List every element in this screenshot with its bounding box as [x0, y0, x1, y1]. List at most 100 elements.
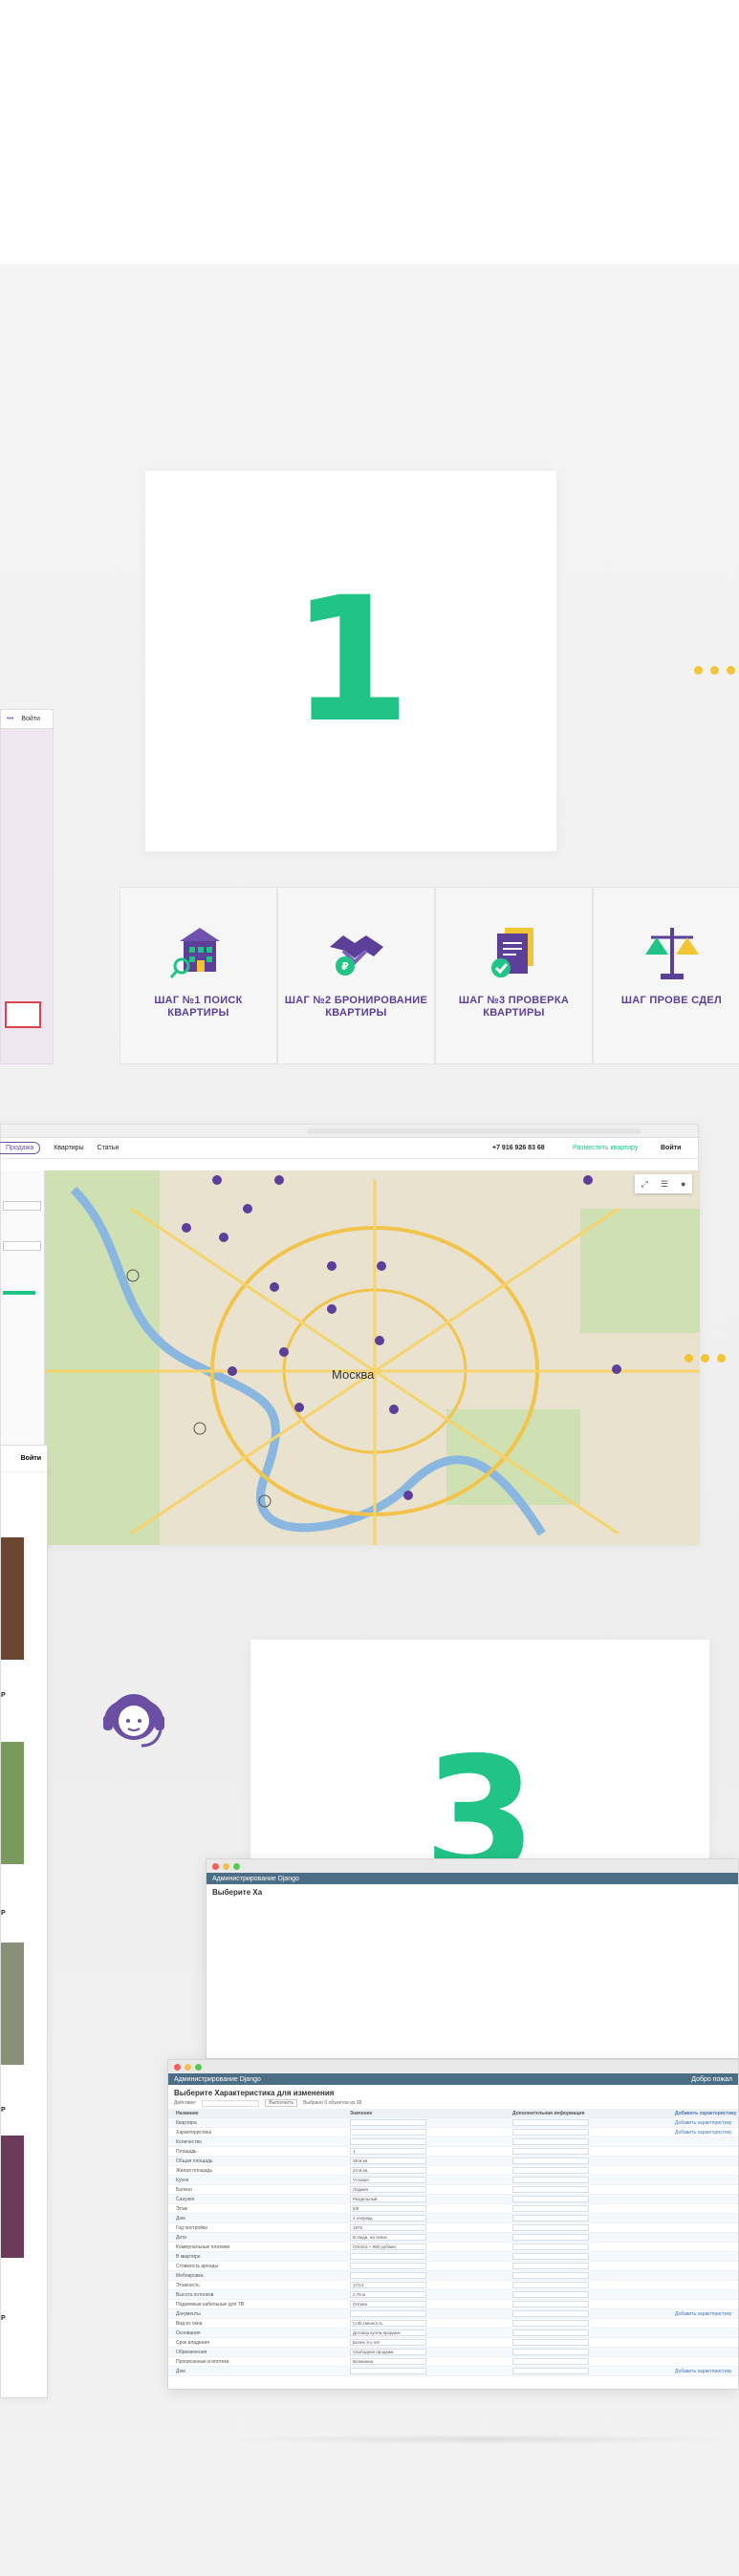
filter-field-1[interactable]	[3, 1201, 41, 1211]
close-button[interactable]	[174, 2063, 181, 2071]
add-characteristic-link[interactable]: Добавить характеристику	[675, 2111, 736, 2116]
table-row[interactable]: Дети В люди, на связи	[168, 2233, 738, 2243]
row-value-field[interactable]: 38 м.кв.	[350, 2157, 512, 2164]
row-extra-field[interactable]	[512, 2301, 675, 2308]
row-value-field[interactable]	[350, 2368, 512, 2374]
table-row[interactable]: Основания Договор купли-продажи	[168, 2329, 738, 2338]
row-value-field[interactable]: Договор купли-продажи	[350, 2329, 512, 2336]
table-row[interactable]: Балкон Лоджия	[168, 2185, 738, 2195]
place-ad-link[interactable]: Разместить квартиру	[573, 1145, 638, 1151]
row-value-field[interactable]: 1975	[350, 2224, 512, 2231]
row-extra-field[interactable]	[512, 2253, 675, 2260]
row-extra-field[interactable]	[512, 2167, 675, 2174]
step-card-1[interactable]: ШАГ №1 ПОИСК КВАРТИРЫ	[120, 887, 277, 1064]
listing-photo-2[interactable]	[1, 1742, 24, 1864]
row-add-link[interactable]: Добавить характеристику	[675, 2120, 731, 2126]
table-row[interactable]: Санузел Раздельный	[168, 2195, 738, 2204]
row-add-link[interactable]: Добавить характеристику	[675, 2369, 731, 2374]
row-extra-field[interactable]	[512, 2148, 675, 2155]
pink-mock-red-button[interactable]	[5, 1001, 41, 1028]
row-value-field[interactable]	[350, 2310, 512, 2317]
row-extra-field[interactable]	[512, 2129, 675, 2136]
row-value-field[interactable]: 1	[350, 2148, 512, 2155]
row-extra-field[interactable]	[512, 2205, 675, 2212]
row-extra-field[interactable]	[512, 2291, 675, 2298]
row-extra-field[interactable]	[512, 2310, 675, 2317]
map-login-link[interactable]: Войти	[661, 1145, 681, 1151]
row-value-field[interactable]: Свободная продажа	[350, 2349, 512, 2355]
row-extra-field[interactable]	[512, 2263, 675, 2269]
row-extra-field[interactable]	[512, 2119, 675, 2126]
table-row[interactable]: Дом 1 очередь	[168, 2214, 738, 2223]
step-card-3[interactable]: ШАГ №3 ПРОВЕРКА КВАРТИРЫ	[435, 887, 593, 1064]
row-value-field[interactable]: Оптика	[350, 2301, 512, 2308]
table-row[interactable]: Этажность 17/14	[168, 2281, 738, 2290]
row-extra-field[interactable]	[512, 2196, 675, 2202]
nav-apartments[interactable]: Квартиры	[54, 1145, 83, 1151]
row-extra-field[interactable]	[512, 2339, 675, 2346]
row-extra-field[interactable]	[512, 2224, 675, 2231]
row-value-field[interactable]: 24 м.кв.	[350, 2167, 512, 2174]
row-value-field[interactable]	[350, 2119, 512, 2126]
table-row[interactable]: Кухня Угловая	[168, 2176, 738, 2185]
expand-icon[interactable]: ⤢	[641, 1179, 648, 1190]
table-row[interactable]: В квартире	[168, 2252, 738, 2262]
row-add-link[interactable]: Добавить характеристику	[675, 2311, 731, 2317]
table-row[interactable]: Этаж 5/9	[168, 2204, 738, 2214]
row-extra-field[interactable]	[512, 2157, 675, 2164]
listing-photo-3[interactable]	[1, 1943, 24, 2065]
pink-mock-login[interactable]: Войти	[21, 716, 40, 722]
col-name[interactable]: Название	[168, 2111, 350, 2116]
row-value-field[interactable]	[350, 2253, 512, 2260]
table-row[interactable]: Прописанные в ипотеке Возможна	[168, 2357, 738, 2367]
row-extra-field[interactable]	[512, 2282, 675, 2288]
row-extra-field[interactable]	[512, 2320, 675, 2327]
table-row[interactable]: Общая площадь 38 м.кв.	[168, 2157, 738, 2166]
row-value-field[interactable]: 5/9	[350, 2205, 512, 2212]
row-extra-field[interactable]	[512, 2177, 675, 2183]
table-row[interactable]: Коммунальные платежи Оплата + 990 руб/мес	[168, 2243, 738, 2252]
row-extra-field[interactable]	[512, 2329, 675, 2336]
moscow-map[interactable]: Москва ⤢ ☰ ●	[45, 1170, 700, 1545]
table-row[interactable]: Квартира Добавить характеристику	[168, 2118, 738, 2128]
table-row[interactable]: Вид из окна Собственность	[168, 2319, 738, 2329]
list-icon[interactable]: ☰	[661, 1179, 668, 1190]
filter-field-2[interactable]	[3, 1241, 41, 1251]
nav-articles[interactable]: Статьи	[98, 1145, 120, 1151]
row-extra-field[interactable]	[512, 2349, 675, 2355]
phone-mock-login[interactable]: Войти	[21, 1455, 41, 1462]
row-value-field[interactable]: Более 3-х лет	[350, 2339, 512, 2346]
deal-type-dropdown[interactable]: Продажа	[0, 1142, 41, 1154]
listing-photo-1[interactable]	[1, 1537, 24, 1660]
row-value-field[interactable]: Раздельный	[350, 2196, 512, 2202]
action-select[interactable]	[202, 2099, 260, 2107]
table-row[interactable]: Меблировка	[168, 2271, 738, 2281]
table-row[interactable]: Высота потолков 2,75 м	[168, 2290, 738, 2300]
row-extra-field[interactable]	[512, 2138, 675, 2145]
row-extra-field[interactable]	[512, 2368, 675, 2374]
row-value-field[interactable]: 1 очередь	[350, 2215, 512, 2222]
table-row[interactable]: Количество	[168, 2137, 738, 2147]
table-row[interactable]: Характеристика Добавить характеристику	[168, 2128, 738, 2137]
table-row[interactable]: Подземные кабельные для ТВ Оптика	[168, 2300, 738, 2309]
row-extra-field[interactable]	[512, 2186, 675, 2193]
step-card-4[interactable]: ШАГ ПРОВЕ СДЕЛ	[593, 887, 739, 1064]
table-row[interactable]: Жилая площадь 24 м.кв.	[168, 2166, 738, 2176]
row-extra-field[interactable]	[512, 2243, 675, 2250]
row-add-link[interactable]: Добавить характеристику	[675, 2130, 731, 2136]
row-value-field[interactable]	[350, 2272, 512, 2279]
row-extra-field[interactable]	[512, 2215, 675, 2222]
row-value-field[interactable]	[350, 2263, 512, 2269]
pin-icon[interactable]: ●	[681, 1179, 685, 1189]
row-extra-field[interactable]	[512, 2272, 675, 2279]
row-value-field[interactable]: Оплата + 990 руб/мес	[350, 2243, 512, 2250]
row-value-field[interactable]: Лоджия	[350, 2186, 512, 2193]
row-value-field[interactable]: Угловая	[350, 2177, 512, 2183]
row-value-field[interactable]: Собственность	[350, 2320, 512, 2327]
step-card-2[interactable]: ₽ ШАГ №2 БРОНИРОВАНИЕ КВАРТИРЫ	[277, 887, 435, 1064]
row-value-field[interactable]: В люди, на связи	[350, 2234, 512, 2241]
table-row[interactable]: Дом Добавить характеристику	[168, 2367, 738, 2376]
table-row[interactable]: Площадь 1	[168, 2147, 738, 2157]
map-address-bar[interactable]	[307, 1128, 641, 1134]
table-row[interactable]: Документы Добавить характеристику	[168, 2309, 738, 2319]
